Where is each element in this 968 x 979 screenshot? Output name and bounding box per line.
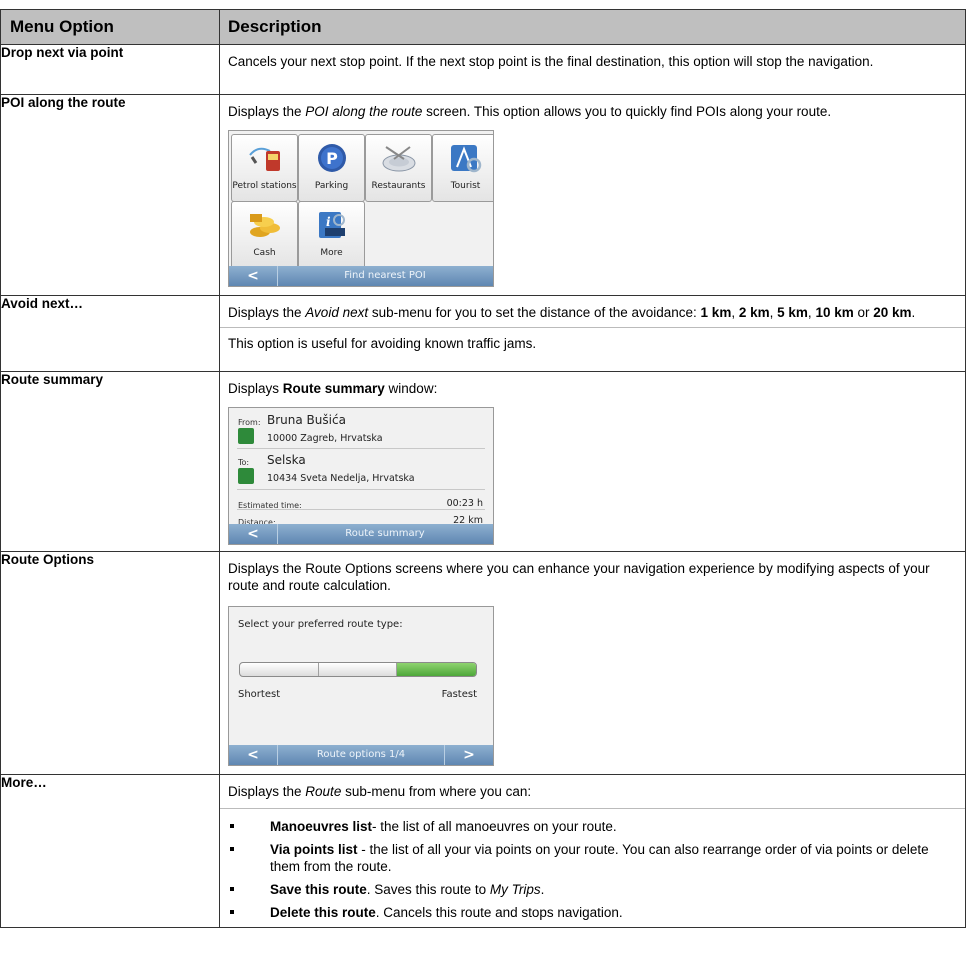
description-text: Cancels your next stop point. If the nex…: [228, 54, 874, 69]
avoid-note: This option is useful for avoiding known…: [220, 327, 965, 358]
more-info-icon: i: [319, 212, 345, 238]
poi-button-petrol: Petrol stations: [231, 134, 298, 202]
route-type-prompt: Select your preferred route type:: [238, 619, 403, 630]
list-item: Via points list - the list of all your v…: [228, 841, 957, 875]
road-sign-icon: [238, 428, 254, 444]
more-bullet-list: Manoeuvres list- the list of all manoeuv…: [220, 809, 965, 921]
header-menu-option: Menu Option: [0, 9, 220, 45]
poi-button-cash: Cash: [231, 201, 298, 269]
list-item: Save this route. Saves this route to My …: [228, 881, 957, 898]
restaurant-plate-icon: [382, 146, 416, 172]
shortest-label: Shortest: [238, 689, 281, 700]
tourist-icon: [451, 145, 482, 173]
description-text: Displays the Avoid next sub-menu for you…: [228, 305, 916, 320]
divider: [237, 509, 485, 510]
poi-button-parking: P Parking: [298, 134, 365, 202]
from-address: 10000 Zagreb, Hrvatska: [267, 433, 383, 444]
road-sign-icon: [238, 468, 254, 484]
header-description: Description: [219, 9, 966, 45]
forward-arrow-icon: >: [444, 745, 493, 765]
option-avoid-next: Avoid next…: [0, 295, 220, 372]
cash-coins-icon: [250, 214, 280, 237]
option-drop-next-via-point: Drop next via point: [0, 44, 220, 95]
table-row: More… Displays the Route sub-menu from w…: [0, 774, 966, 928]
table-row: Drop next via point Cancels your next st…: [0, 44, 966, 95]
poi-screen-image: Petrol stations P Parking Restaurants To…: [228, 130, 494, 287]
options-bar-title: Route options 1/4: [316, 749, 406, 760]
table-header-row: Menu Option Description: [0, 9, 966, 45]
route-summary-image: From: Bruna Bušića 10000 Zagreb, Hrvatsk…: [228, 407, 494, 545]
description-text: Displays the Route Options screens where…: [228, 561, 930, 593]
description-text: Displays the POI along the route screen.…: [228, 104, 832, 119]
from-name: Bruna Bušića: [267, 413, 346, 427]
table-row: Route Options Displays the Route Options…: [0, 551, 966, 775]
back-arrow-icon: <: [229, 524, 278, 544]
table-row: Route summary Displays Route summary win…: [0, 371, 966, 552]
summary-nav-bar: < Route summary: [229, 524, 493, 544]
fastest-label: Fastest: [441, 689, 477, 700]
table-row: POI along the route Displays the POI alo…: [0, 94, 966, 296]
description-text: Displays Route summary window:: [228, 381, 438, 396]
poi-button-tourist: Tourist: [432, 134, 493, 202]
poi-button-more: i More: [298, 201, 365, 269]
back-arrow-icon: <: [229, 266, 278, 286]
table-row: Avoid next… Displays the Avoid next sub-…: [0, 295, 966, 372]
option-route-options: Route Options: [0, 551, 220, 775]
options-nav-bar: < Route options 1/4 >: [229, 745, 493, 765]
option-poi-along-route: POI along the route: [0, 94, 220, 296]
route-options-image: Select your preferred route type: Shorte…: [228, 606, 494, 766]
divider: [237, 489, 485, 490]
slider-divider: [318, 663, 319, 676]
poi-button-restaurants: Restaurants: [365, 134, 432, 202]
option-more: More…: [0, 774, 220, 928]
to-name: Selska: [267, 453, 306, 467]
poi-nav-bar: < Find nearest POI: [229, 266, 493, 286]
menu-options-table: Menu Option Description Drop next via po…: [0, 9, 966, 928]
to-address: 10434 Sveta Nedelja, Hrvatska: [267, 473, 415, 484]
estimated-time-label: Estimated time:: [238, 501, 302, 510]
option-route-summary: Route summary: [0, 371, 220, 552]
slider-selected-segment: [397, 663, 476, 676]
poi-bar-title: Find nearest POI: [344, 270, 426, 281]
parking-icon: P: [318, 144, 346, 172]
list-item: Manoeuvres list- the list of all manoeuv…: [228, 813, 957, 835]
svg-text:i: i: [326, 215, 331, 229]
list-item: Delete this route. Cancels this route an…: [228, 904, 957, 921]
svg-text:P: P: [326, 149, 338, 168]
description-text: Displays the Route sub-menu from where y…: [220, 775, 965, 809]
divider: [237, 448, 485, 449]
back-arrow-icon: <: [229, 745, 278, 765]
petrol-pump-icon: [249, 147, 280, 171]
summary-bar-title: Route summary: [345, 528, 425, 539]
route-type-slider: [239, 662, 477, 677]
